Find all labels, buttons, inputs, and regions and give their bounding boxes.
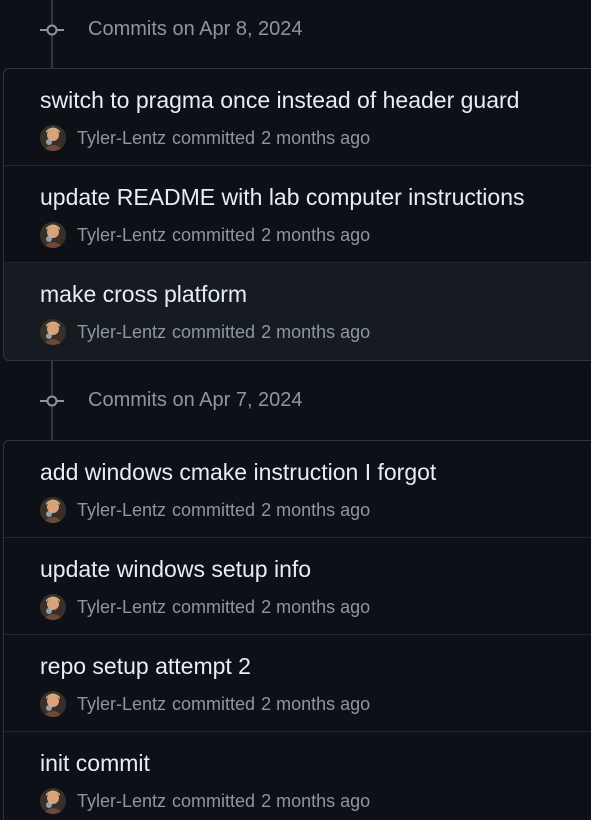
git-commit-icon xyxy=(40,394,64,408)
commit-row[interactable]: make cross platform Tyler-Lentz committe… xyxy=(4,263,591,360)
commit-time: 2 months ago xyxy=(261,224,371,245)
avatar[interactable] xyxy=(40,319,66,345)
commit-timeline: Commits on Apr 8, 2024 switch to pragma … xyxy=(0,0,591,820)
commit-group-date: Commits on Apr 8, 2024 xyxy=(88,18,303,40)
author-link[interactable]: Tyler-Lentz xyxy=(77,791,166,812)
author-link[interactable]: Tyler-Lentz xyxy=(77,694,166,715)
commit-row[interactable]: repo setup attempt 2 Tyler-Lentz committ… xyxy=(4,635,591,732)
commit-row[interactable]: update windows setup info Tyler-Lentz co… xyxy=(4,538,591,635)
commit-row[interactable]: init commit Tyler-Lentz committed 2 mont… xyxy=(4,732,591,820)
git-commit-icon xyxy=(40,23,64,37)
commit-time: 2 months ago xyxy=(261,693,371,714)
commit-meta: Tyler-Lentz committed 2 months ago xyxy=(40,788,370,814)
commit-message-link[interactable]: switch to pragma once instead of header … xyxy=(40,86,519,114)
commit-message-link[interactable]: update windows setup info xyxy=(40,555,311,583)
author-link[interactable]: Tyler-Lentz xyxy=(77,128,166,149)
commit-meta: Tyler-Lentz committed 2 months ago xyxy=(40,319,370,345)
avatar[interactable] xyxy=(40,497,66,523)
commit-time: 2 months ago xyxy=(261,499,371,520)
commit-action: committed xyxy=(172,127,256,148)
commit-action: committed xyxy=(172,693,256,714)
commit-row[interactable]: add windows cmake instruction I forgot T… xyxy=(4,441,591,538)
commit-meta: Tyler-Lentz committed 2 months ago xyxy=(40,222,370,248)
commit-action: committed xyxy=(172,499,256,520)
commit-time: 2 months ago xyxy=(261,127,371,148)
commit-meta: Tyler-Lentz committed 2 months ago xyxy=(40,125,370,151)
avatar[interactable] xyxy=(40,594,66,620)
commit-time: 2 months ago xyxy=(261,596,371,617)
commit-row[interactable]: switch to pragma once instead of header … xyxy=(4,69,591,166)
commit-list: add windows cmake instruction I forgot T… xyxy=(3,440,591,820)
author-link[interactable]: Tyler-Lentz xyxy=(77,322,166,343)
commit-list: switch to pragma once instead of header … xyxy=(3,68,591,361)
commit-meta: Tyler-Lentz committed 2 months ago xyxy=(40,594,370,620)
commit-message-link[interactable]: make cross platform xyxy=(40,280,247,308)
commit-message-link[interactable]: repo setup attempt 2 xyxy=(40,652,251,680)
commit-message-link[interactable]: init commit xyxy=(40,749,150,777)
commit-meta: Tyler-Lentz committed 2 months ago xyxy=(40,691,370,717)
commit-time: 2 months ago xyxy=(261,790,371,811)
avatar[interactable] xyxy=(40,222,66,248)
commit-action: committed xyxy=(172,596,256,617)
author-link[interactable]: Tyler-Lentz xyxy=(77,225,166,246)
commit-message-link[interactable]: add windows cmake instruction I forgot xyxy=(40,458,436,486)
commit-row[interactable]: update README with lab computer instruct… xyxy=(4,166,591,263)
commit-time: 2 months ago xyxy=(261,321,371,342)
commit-group-date: Commits on Apr 7, 2024 xyxy=(88,389,303,411)
commit-message-link[interactable]: update README with lab computer instruct… xyxy=(40,183,525,211)
commit-action: committed xyxy=(172,790,256,811)
commit-meta: Tyler-Lentz committed 2 months ago xyxy=(40,497,370,523)
avatar[interactable] xyxy=(40,125,66,151)
avatar[interactable] xyxy=(40,691,66,717)
author-link[interactable]: Tyler-Lentz xyxy=(77,597,166,618)
avatar[interactable] xyxy=(40,788,66,814)
commit-action: committed xyxy=(172,224,256,245)
author-link[interactable]: Tyler-Lentz xyxy=(77,500,166,521)
commit-action: committed xyxy=(172,321,256,342)
